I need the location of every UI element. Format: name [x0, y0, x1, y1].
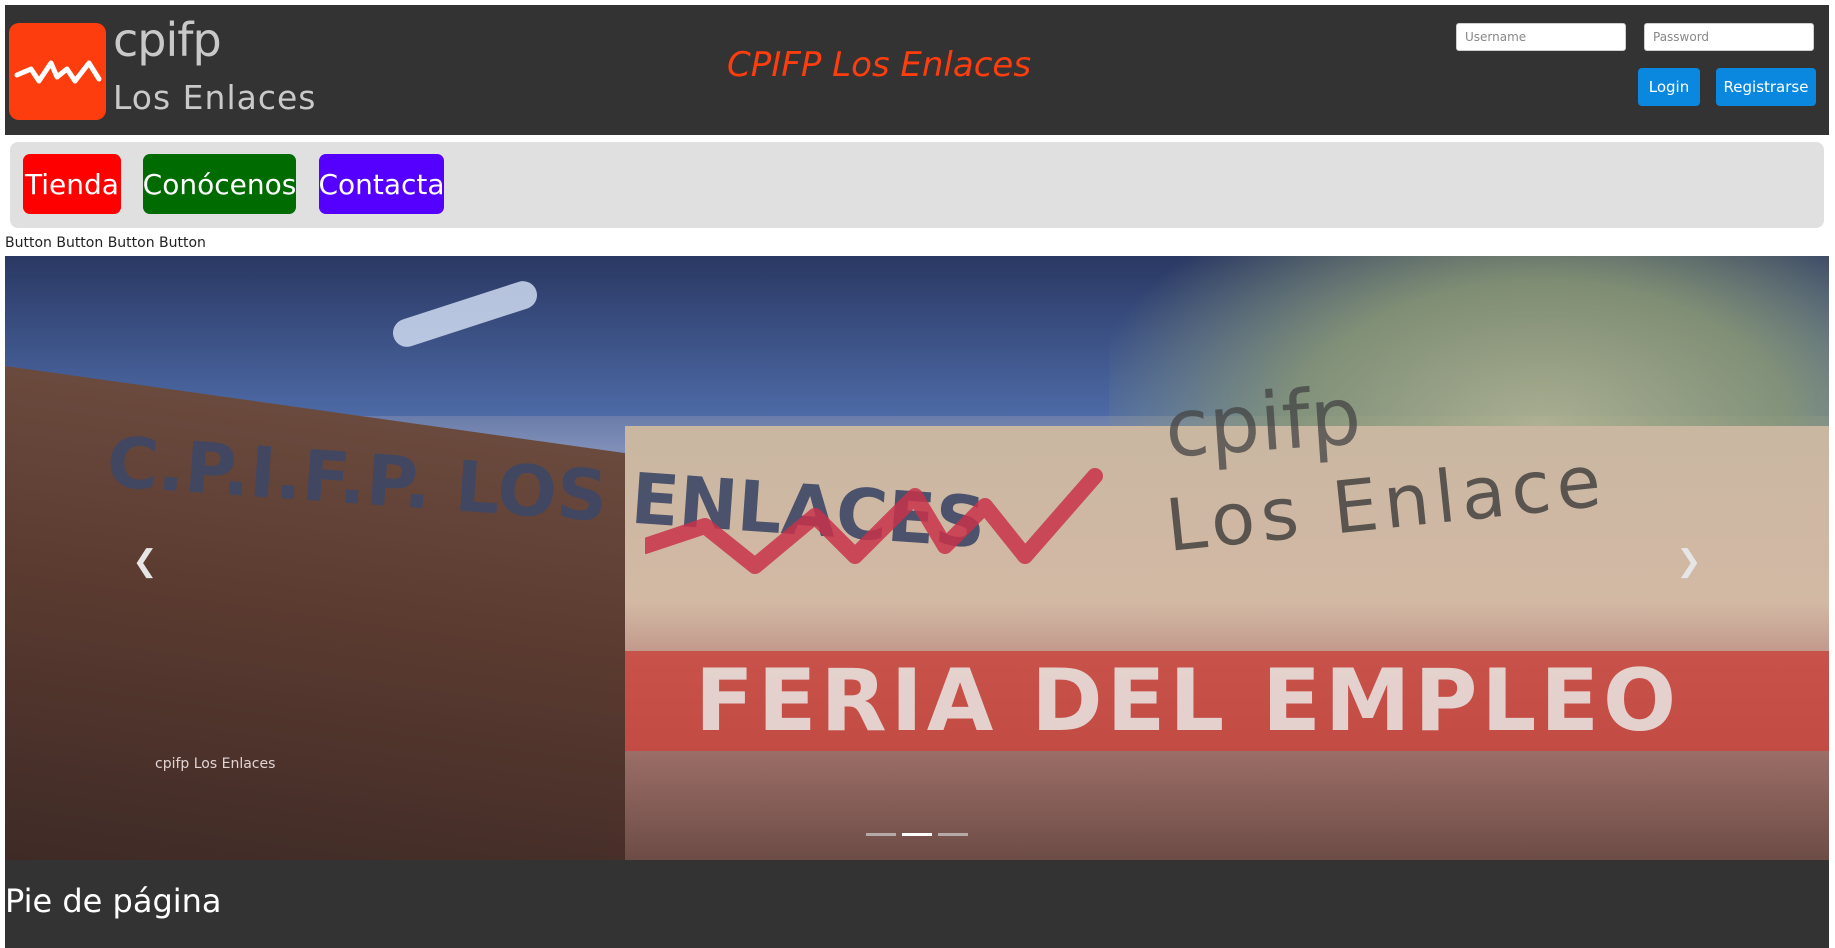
chevron-left-icon: ❮ — [132, 543, 158, 579]
slide-logo-top-text: cpifp — [1161, 369, 1364, 476]
main-nav: Tienda Conócenos Contacta — [10, 142, 1824, 228]
logo-text-bottom: Los Enlaces — [113, 78, 317, 117]
register-button[interactable]: Registrarse — [1716, 68, 1816, 106]
slide-zigzag-logo — [645, 468, 1103, 574]
nav-item-contacta[interactable]: Contacta — [318, 154, 445, 214]
carousel-prev-button[interactable]: ❮ — [125, 541, 165, 581]
slide-small-sign: cpifp Los Enlaces — [155, 756, 276, 772]
password-input[interactable] — [1644, 23, 1814, 51]
nav-item-tienda[interactable]: Tienda — [23, 154, 121, 214]
header: cpifp Los Enlaces CPIFP Los Enlaces Logi… — [5, 5, 1829, 135]
carousel-indicator-1[interactable] — [866, 833, 896, 836]
carousel-indicators — [866, 833, 968, 836]
button-row-text[interactable]: Button Button Button Button — [5, 235, 206, 251]
login-button[interactable]: Login — [1638, 68, 1700, 106]
image-carousel[interactable]: C.P.I.F.P. LOS ENLACES FERIA DEL EMPLEO … — [5, 256, 1829, 860]
site-title: CPIFP Los Enlaces — [727, 45, 1032, 85]
logo-icon[interactable] — [9, 23, 106, 120]
chevron-right-icon: ❯ — [1676, 543, 1702, 579]
footer: Pie de página — [5, 860, 1829, 948]
nav-item-conocenos[interactable]: Conócenos — [143, 154, 296, 214]
footer-text: Pie de página — [5, 882, 222, 920]
username-input[interactable] — [1456, 23, 1626, 51]
logo-text-top: cpifp — [113, 13, 222, 67]
slide-banner-text: FERIA DEL EMPLEO — [695, 651, 1681, 751]
page: cpifp Los Enlaces CPIFP Los Enlaces Logi… — [5, 5, 1829, 948]
carousel-next-button[interactable]: ❯ — [1669, 541, 1709, 581]
carousel-indicator-3[interactable] — [938, 833, 968, 836]
carousel-indicator-2[interactable] — [902, 833, 932, 836]
